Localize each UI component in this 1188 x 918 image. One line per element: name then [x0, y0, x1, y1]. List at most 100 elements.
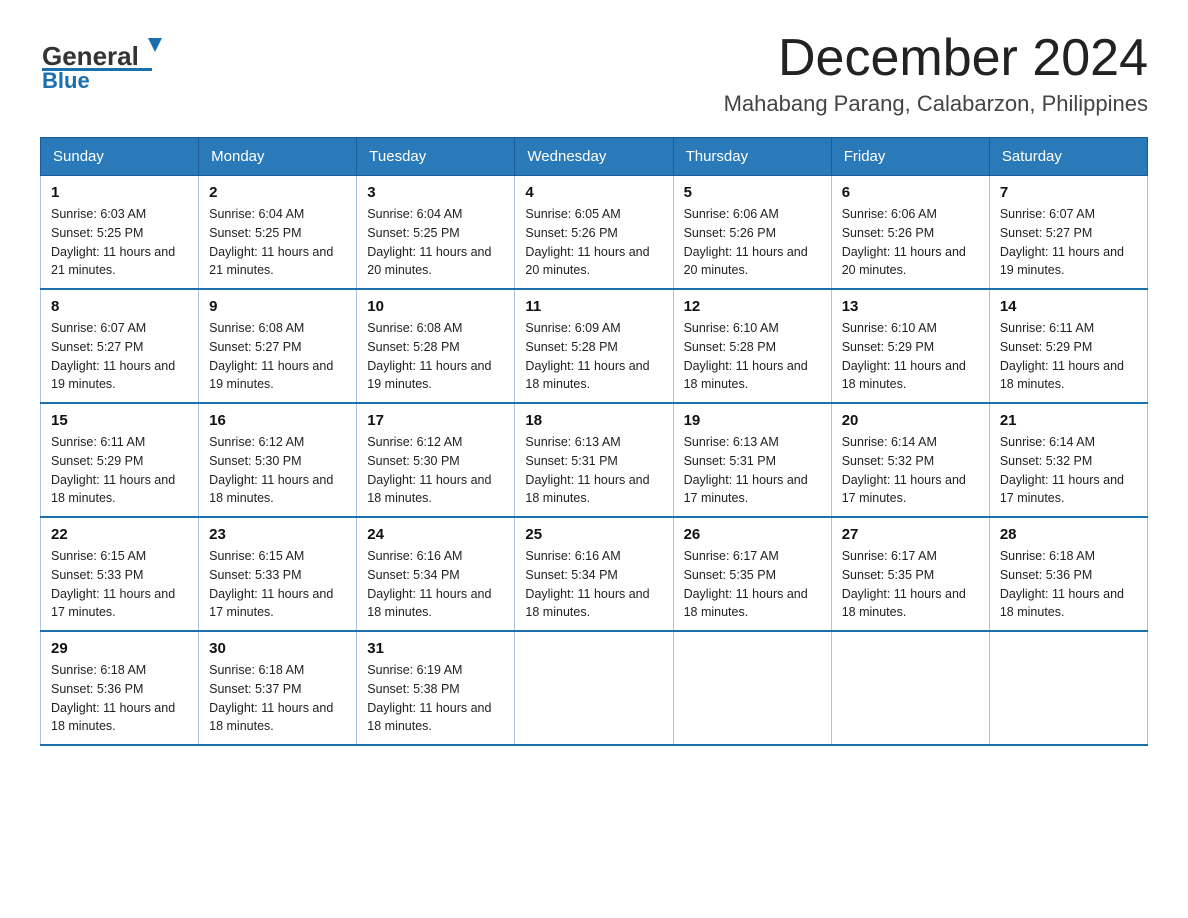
day-info: Sunrise: 6:08 AM Sunset: 5:27 PM Dayligh…: [209, 319, 346, 394]
calendar-day-cell: 13 Sunrise: 6:10 AM Sunset: 5:29 PM Dayl…: [831, 289, 989, 403]
day-number: 6: [842, 184, 979, 201]
calendar-day-cell: 11 Sunrise: 6:09 AM Sunset: 5:28 PM Dayl…: [515, 289, 673, 403]
day-number: 19: [684, 412, 821, 429]
day-number: 20: [842, 412, 979, 429]
day-info: Sunrise: 6:07 AM Sunset: 5:27 PM Dayligh…: [51, 319, 188, 394]
calendar-day-cell: 26 Sunrise: 6:17 AM Sunset: 5:35 PM Dayl…: [673, 517, 831, 631]
day-info: Sunrise: 6:09 AM Sunset: 5:28 PM Dayligh…: [525, 319, 662, 394]
day-number: 12: [684, 298, 821, 315]
day-info: Sunrise: 6:06 AM Sunset: 5:26 PM Dayligh…: [842, 205, 979, 280]
calendar-day-cell: 28 Sunrise: 6:18 AM Sunset: 5:36 PM Dayl…: [989, 517, 1147, 631]
day-number: 31: [367, 640, 504, 657]
calendar-day-cell: 23 Sunrise: 6:15 AM Sunset: 5:33 PM Dayl…: [199, 517, 357, 631]
day-info: Sunrise: 6:03 AM Sunset: 5:25 PM Dayligh…: [51, 205, 188, 280]
calendar-weekday-header: Wednesday: [515, 138, 673, 176]
day-info: Sunrise: 6:10 AM Sunset: 5:28 PM Dayligh…: [684, 319, 821, 394]
calendar-day-cell: 24 Sunrise: 6:16 AM Sunset: 5:34 PM Dayl…: [357, 517, 515, 631]
day-info: Sunrise: 6:05 AM Sunset: 5:26 PM Dayligh…: [525, 205, 662, 280]
day-number: 2: [209, 184, 346, 201]
day-number: 16: [209, 412, 346, 429]
day-info: Sunrise: 6:04 AM Sunset: 5:25 PM Dayligh…: [209, 205, 346, 280]
day-info: Sunrise: 6:13 AM Sunset: 5:31 PM Dayligh…: [684, 433, 821, 508]
calendar-day-cell: [673, 631, 831, 745]
day-number: 13: [842, 298, 979, 315]
calendar-weekday-header: Sunday: [41, 138, 199, 176]
day-info: Sunrise: 6:18 AM Sunset: 5:36 PM Dayligh…: [51, 661, 188, 736]
calendar-table: SundayMondayTuesdayWednesdayThursdayFrid…: [40, 137, 1148, 746]
day-number: 7: [1000, 184, 1137, 201]
calendar-day-cell: 17 Sunrise: 6:12 AM Sunset: 5:30 PM Dayl…: [357, 403, 515, 517]
day-info: Sunrise: 6:13 AM Sunset: 5:31 PM Dayligh…: [525, 433, 662, 508]
day-info: Sunrise: 6:12 AM Sunset: 5:30 PM Dayligh…: [367, 433, 504, 508]
calendar-week-row: 1 Sunrise: 6:03 AM Sunset: 5:25 PM Dayli…: [41, 176, 1148, 290]
calendar-day-cell: 4 Sunrise: 6:05 AM Sunset: 5:26 PM Dayli…: [515, 176, 673, 290]
calendar-day-cell: 21 Sunrise: 6:14 AM Sunset: 5:32 PM Dayl…: [989, 403, 1147, 517]
page-title: December 2024: [724, 30, 1148, 87]
svg-text:General: General: [42, 41, 139, 71]
day-number: 23: [209, 526, 346, 543]
day-info: Sunrise: 6:10 AM Sunset: 5:29 PM Dayligh…: [842, 319, 979, 394]
day-number: 15: [51, 412, 188, 429]
calendar-day-cell: [989, 631, 1147, 745]
calendar-day-cell: 6 Sunrise: 6:06 AM Sunset: 5:26 PM Dayli…: [831, 176, 989, 290]
calendar-day-cell: 5 Sunrise: 6:06 AM Sunset: 5:26 PM Dayli…: [673, 176, 831, 290]
day-number: 30: [209, 640, 346, 657]
logo: General Blue: [40, 30, 170, 95]
day-info: Sunrise: 6:07 AM Sunset: 5:27 PM Dayligh…: [1000, 205, 1137, 280]
day-number: 27: [842, 526, 979, 543]
day-info: Sunrise: 6:14 AM Sunset: 5:32 PM Dayligh…: [842, 433, 979, 508]
calendar-day-cell: 15 Sunrise: 6:11 AM Sunset: 5:29 PM Dayl…: [41, 403, 199, 517]
day-number: 28: [1000, 526, 1137, 543]
day-info: Sunrise: 6:15 AM Sunset: 5:33 PM Dayligh…: [51, 547, 188, 622]
calendar-day-cell: 20 Sunrise: 6:14 AM Sunset: 5:32 PM Dayl…: [831, 403, 989, 517]
day-info: Sunrise: 6:08 AM Sunset: 5:28 PM Dayligh…: [367, 319, 504, 394]
day-number: 14: [1000, 298, 1137, 315]
calendar-header-row: SundayMondayTuesdayWednesdayThursdayFrid…: [41, 138, 1148, 176]
day-info: Sunrise: 6:12 AM Sunset: 5:30 PM Dayligh…: [209, 433, 346, 508]
calendar-day-cell: 22 Sunrise: 6:15 AM Sunset: 5:33 PM Dayl…: [41, 517, 199, 631]
calendar-day-cell: 27 Sunrise: 6:17 AM Sunset: 5:35 PM Dayl…: [831, 517, 989, 631]
calendar-day-cell: 2 Sunrise: 6:04 AM Sunset: 5:25 PM Dayli…: [199, 176, 357, 290]
calendar-day-cell: 18 Sunrise: 6:13 AM Sunset: 5:31 PM Dayl…: [515, 403, 673, 517]
day-info: Sunrise: 6:16 AM Sunset: 5:34 PM Dayligh…: [367, 547, 504, 622]
day-info: Sunrise: 6:18 AM Sunset: 5:37 PM Dayligh…: [209, 661, 346, 736]
calendar-day-cell: 12 Sunrise: 6:10 AM Sunset: 5:28 PM Dayl…: [673, 289, 831, 403]
day-number: 9: [209, 298, 346, 315]
day-number: 10: [367, 298, 504, 315]
day-info: Sunrise: 6:19 AM Sunset: 5:38 PM Dayligh…: [367, 661, 504, 736]
page-subtitle: Mahabang Parang, Calabarzon, Philippines: [724, 91, 1148, 117]
day-number: 25: [525, 526, 662, 543]
calendar-weekday-header: Thursday: [673, 138, 831, 176]
calendar-day-cell: 30 Sunrise: 6:18 AM Sunset: 5:37 PM Dayl…: [199, 631, 357, 745]
day-info: Sunrise: 6:11 AM Sunset: 5:29 PM Dayligh…: [51, 433, 188, 508]
day-number: 3: [367, 184, 504, 201]
day-number: 4: [525, 184, 662, 201]
day-number: 17: [367, 412, 504, 429]
calendar-weekday-header: Tuesday: [357, 138, 515, 176]
calendar-day-cell: 16 Sunrise: 6:12 AM Sunset: 5:30 PM Dayl…: [199, 403, 357, 517]
calendar-day-cell: 25 Sunrise: 6:16 AM Sunset: 5:34 PM Dayl…: [515, 517, 673, 631]
title-block: December 2024 Mahabang Parang, Calabarzo…: [724, 30, 1148, 117]
calendar-day-cell: 29 Sunrise: 6:18 AM Sunset: 5:36 PM Dayl…: [41, 631, 199, 745]
day-number: 18: [525, 412, 662, 429]
day-number: 26: [684, 526, 821, 543]
calendar-week-row: 15 Sunrise: 6:11 AM Sunset: 5:29 PM Dayl…: [41, 403, 1148, 517]
day-number: 1: [51, 184, 188, 201]
calendar-day-cell: 9 Sunrise: 6:08 AM Sunset: 5:27 PM Dayli…: [199, 289, 357, 403]
page-header: General Blue December 2024 Mahabang Para…: [40, 30, 1148, 117]
day-info: Sunrise: 6:18 AM Sunset: 5:36 PM Dayligh…: [1000, 547, 1137, 622]
calendar-body: 1 Sunrise: 6:03 AM Sunset: 5:25 PM Dayli…: [41, 176, 1148, 746]
calendar-day-cell: 10 Sunrise: 6:08 AM Sunset: 5:28 PM Dayl…: [357, 289, 515, 403]
calendar-header: SundayMondayTuesdayWednesdayThursdayFrid…: [41, 138, 1148, 176]
day-info: Sunrise: 6:17 AM Sunset: 5:35 PM Dayligh…: [684, 547, 821, 622]
day-info: Sunrise: 6:17 AM Sunset: 5:35 PM Dayligh…: [842, 547, 979, 622]
calendar-weekday-header: Saturday: [989, 138, 1147, 176]
day-number: 8: [51, 298, 188, 315]
day-number: 5: [684, 184, 821, 201]
day-info: Sunrise: 6:04 AM Sunset: 5:25 PM Dayligh…: [367, 205, 504, 280]
calendar-day-cell: 14 Sunrise: 6:11 AM Sunset: 5:29 PM Dayl…: [989, 289, 1147, 403]
day-info: Sunrise: 6:06 AM Sunset: 5:26 PM Dayligh…: [684, 205, 821, 280]
calendar-weekday-header: Friday: [831, 138, 989, 176]
day-number: 29: [51, 640, 188, 657]
day-info: Sunrise: 6:16 AM Sunset: 5:34 PM Dayligh…: [525, 547, 662, 622]
